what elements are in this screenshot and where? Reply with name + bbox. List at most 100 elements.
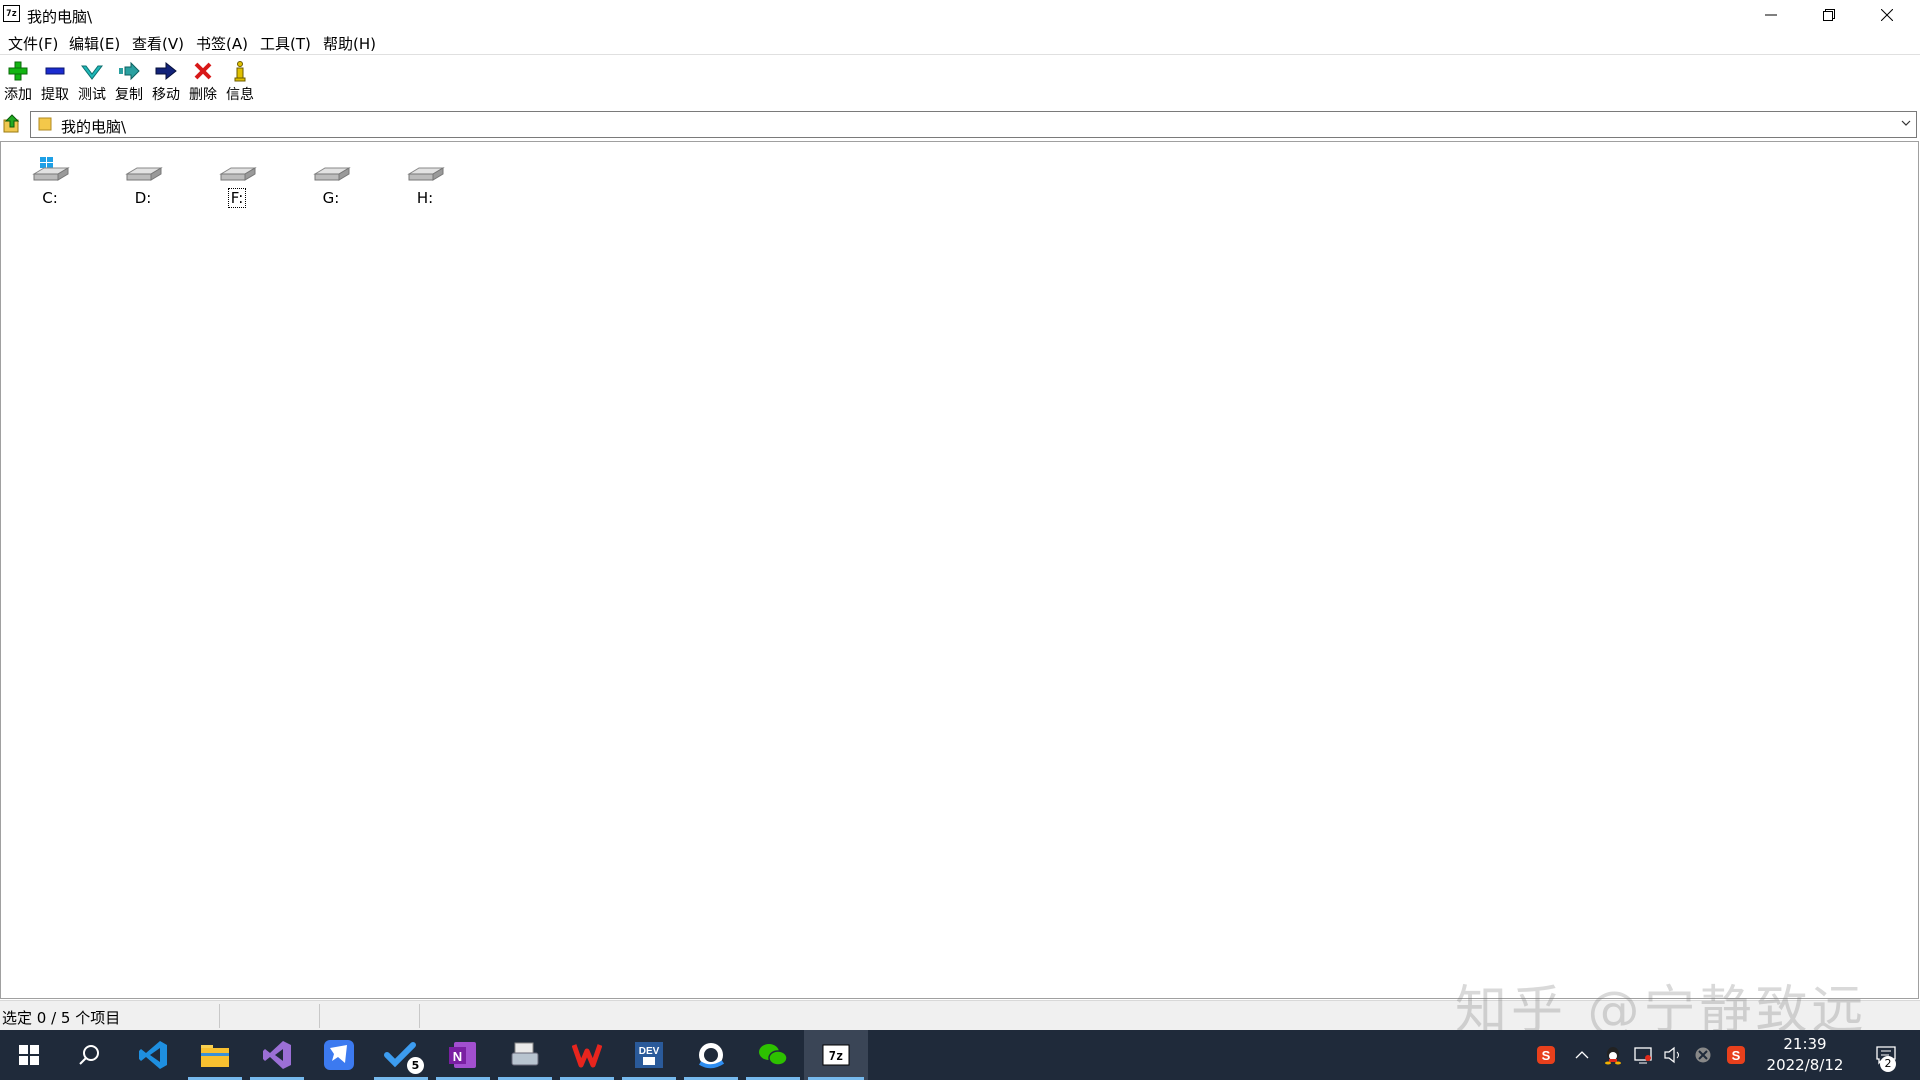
taskbar-7zip[interactable]: 7z	[804, 1030, 868, 1080]
menu-tools[interactable]: 工具(T)	[258, 33, 313, 54]
extract-button[interactable]: 提取	[37, 57, 73, 105]
tray-qq[interactable]	[1600, 1030, 1626, 1080]
add-button[interactable]: 添加	[0, 57, 36, 105]
network-icon	[1634, 1047, 1652, 1064]
menu-help[interactable]: 帮助(H)	[321, 33, 378, 54]
svg-text:7z: 7z	[829, 1049, 843, 1063]
search-icon	[79, 1045, 99, 1065]
status-divider	[419, 1004, 420, 1028]
notification-center-button[interactable]	[1866, 1030, 1906, 1080]
vscode-icon	[139, 1041, 167, 1069]
windows-drive-icon	[32, 157, 70, 181]
svg-text:N: N	[453, 1049, 462, 1064]
tray-overflow-button[interactable]	[1570, 1030, 1594, 1080]
7zip-app-icon[interactable]: 7z	[3, 5, 20, 22]
chevron-up-icon	[1575, 1051, 1589, 1059]
menu-bar: 文件(F) 编辑(E) 查看(V) 书签(A) 工具(T) 帮助(H)	[0, 30, 1920, 55]
taskbar-file-explorer[interactable]	[184, 1030, 246, 1080]
clock[interactable]: 21:39 2022/8/12	[1755, 1034, 1855, 1076]
drive-icon	[219, 167, 257, 181]
taskbar-wechat[interactable]	[742, 1030, 804, 1080]
extract-icon	[45, 67, 65, 75]
status-selection-text: 选定 0 / 5 个项目	[2, 1009, 121, 1027]
wps-icon	[572, 1044, 602, 1068]
status-divider	[319, 1004, 320, 1028]
7zip-icon: 7z	[822, 1044, 850, 1066]
tray-volume[interactable]	[1660, 1030, 1686, 1080]
taskbar-visual-studio[interactable]	[246, 1030, 308, 1080]
drive-item-d[interactable]: D:	[113, 156, 173, 207]
address-bar[interactable]: 我的电脑\	[30, 111, 1917, 138]
tray-status[interactable]	[1690, 1030, 1716, 1080]
drive-icon	[125, 167, 163, 181]
svg-text:S: S	[1542, 1048, 1551, 1063]
status-divider	[219, 1004, 220, 1028]
clock-time: 21:39	[1783, 1035, 1827, 1053]
close-button[interactable]	[1858, 0, 1916, 30]
drive-item-g[interactable]: G:	[301, 156, 361, 207]
drive-item-c[interactable]: C:	[20, 156, 80, 207]
menu-view[interactable]: 查看(V)	[130, 33, 186, 54]
drive-icon	[313, 167, 351, 181]
delete-button[interactable]: 删除	[185, 57, 221, 105]
taskbar: 5 N DEV 7z S S 21:39 2022/8/12 2	[0, 1030, 1920, 1080]
file-explorer-icon	[201, 1045, 229, 1067]
delete-icon	[194, 62, 212, 80]
start-icon	[19, 1045, 39, 1065]
tray-sogou-input[interactable]: S	[1530, 1030, 1562, 1080]
visual-studio-icon	[263, 1041, 291, 1069]
copy-button[interactable]: 复制	[111, 57, 147, 105]
drive-label: F:	[227, 188, 247, 208]
taskbar-vscode[interactable]	[122, 1030, 184, 1080]
menu-edit[interactable]: 编辑(E)	[67, 33, 122, 54]
sogou-icon: S	[1727, 1046, 1745, 1064]
file-list-area[interactable]: C: D: F: G: H:	[0, 141, 1919, 999]
tray-network[interactable]	[1630, 1030, 1656, 1080]
start-button[interactable]	[0, 1030, 58, 1080]
volume-icon	[1664, 1046, 1679, 1064]
drive-item-f[interactable]: F:	[207, 156, 267, 208]
taskbar-todo[interactable]: 5	[370, 1030, 432, 1080]
tray-sogou[interactable]: S	[1722, 1030, 1750, 1080]
close-icon	[1881, 9, 1893, 21]
svg-text:DEV: DEV	[639, 1046, 660, 1057]
move-button[interactable]: 移动	[148, 57, 184, 105]
drive-item-h[interactable]: H:	[395, 156, 455, 207]
sogou-icon: S	[1537, 1046, 1555, 1064]
menu-file[interactable]: 文件(F)	[6, 33, 60, 54]
qq-browser-icon	[698, 1043, 725, 1069]
qq-icon	[1605, 1047, 1621, 1065]
taskbar-devexpress[interactable]: DEV	[618, 1030, 680, 1080]
test-button[interactable]: 测试	[74, 57, 110, 105]
minimize-button[interactable]	[1742, 0, 1800, 30]
onenote-icon: N	[449, 1042, 476, 1068]
todo-badge: 5	[407, 1057, 424, 1074]
info-icon	[234, 61, 246, 82]
taskbar-scanner[interactable]	[494, 1030, 556, 1080]
menu-bookmarks[interactable]: 书签(A)	[194, 33, 250, 54]
move-icon	[155, 61, 177, 81]
info-button[interactable]: 信息	[222, 57, 258, 105]
title-bar: 7z 我的电脑\	[0, 0, 1920, 30]
copy-icon	[119, 61, 140, 81]
devexpress-icon: DEV	[635, 1042, 663, 1068]
address-path: 我的电脑\	[61, 118, 127, 136]
up-folder-icon	[3, 114, 20, 133]
drive-label: G:	[322, 189, 340, 207]
wechat-icon	[759, 1044, 788, 1066]
up-folder-button[interactable]	[2, 114, 24, 136]
test-icon	[81, 65, 103, 80]
drive-label: D:	[134, 189, 152, 207]
blocked-icon	[1695, 1047, 1711, 1063]
restore-icon	[1823, 9, 1835, 21]
restore-button[interactable]	[1800, 0, 1858, 30]
taskbar-wps[interactable]	[556, 1030, 618, 1080]
taskbar-onenote[interactable]: N	[432, 1030, 494, 1080]
drive-label: H:	[416, 189, 434, 207]
svg-text:S: S	[1732, 1048, 1741, 1063]
add-icon	[8, 61, 28, 81]
folder-icon	[38, 117, 52, 131]
search-button[interactable]	[58, 1030, 120, 1080]
taskbar-feishu[interactable]	[308, 1030, 370, 1080]
taskbar-qq-browser[interactable]	[680, 1030, 742, 1080]
